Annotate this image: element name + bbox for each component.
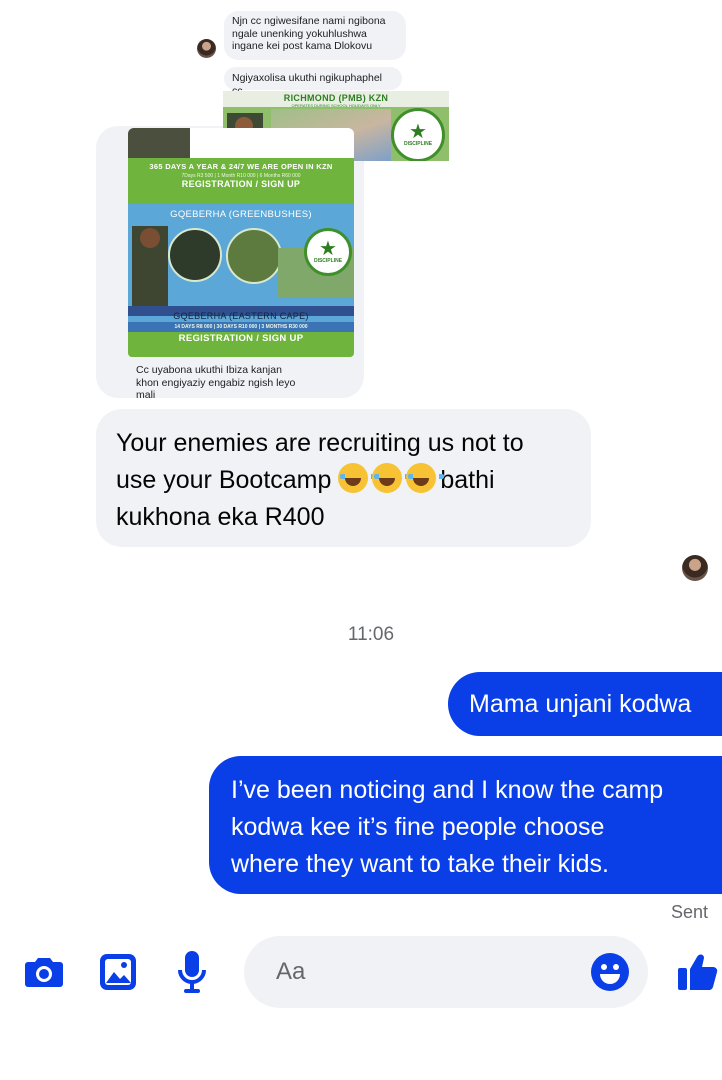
quoted-caption-text: Cc uyabona ukuthi Ibiza kanjan khon engi…: [136, 364, 296, 401]
quoted-message-2: Ngiyaxolisa ukuthi ngikuphaphel cc: [224, 67, 402, 97]
poster-richmond-logo: ★ DISCIPLINE: [391, 108, 445, 161]
outgoing-message-1-text: Mama unjani kodwa: [469, 690, 692, 718]
outgoing-message-2-line-1: I’ve been noticing and I know the camp: [231, 776, 664, 804]
sent-status: Sent: [670, 902, 708, 922]
quoted-caption: Cc uyabona ukuthi Ibiza kanjan khon engi…: [128, 361, 310, 401]
quoted-message-1-text: Njn cc ngiwesifane nami ngibona ngale un…: [232, 15, 386, 52]
outgoing-message-2-line-2: kodwa kee it’s fine people choose: [231, 813, 605, 841]
poster-gqeberha-image[interactable]: 365 DAYS A YEAR & 24/7 WE ARE OPEN IN KZ…: [128, 128, 354, 357]
incoming-message-line-3: kukhona eka R400: [116, 503, 325, 531]
poster-location-header: GQEBERHA (GREENBUSHES): [170, 209, 312, 220]
incoming-message-line-1: Your enemies are recruiting us not to: [116, 429, 524, 457]
microphone-icon[interactable]: [172, 948, 212, 996]
star-icon: ★: [319, 238, 337, 260]
gallery-icon[interactable]: [96, 950, 140, 994]
read-receipt-avatar: [682, 555, 708, 581]
quoted-message-1: Njn cc ngiwesifane nami ngibona ngale un…: [224, 11, 406, 60]
poster-main-logo-text: DISCIPLINE: [313, 258, 343, 264]
poster-register-1: REGISTRATION / SIGN UP: [181, 179, 301, 189]
camera-icon[interactable]: [22, 952, 66, 992]
poster-richmond-title: RICHMOND (PMB) KZN: [283, 93, 389, 103]
poster-location-footer: GQEBERHA (EASTERN CAPE): [173, 311, 309, 321]
message-timestamp: 11:06: [347, 624, 395, 645]
outgoing-message-1[interactable]: Mama unjani kodwa: [448, 672, 722, 736]
outgoing-message-2[interactable]: I’ve been noticing and I know the camp k…: [209, 756, 722, 894]
incoming-message-line-2: use your Bootcamp bathi: [116, 462, 571, 499]
poster-prices-line-2: 14 DAYS R8 000 | 30 DAYS R10 000 | 3 MON…: [174, 324, 308, 330]
message-input[interactable]: Aa: [244, 936, 648, 1008]
poster-register-2: REGISTRATION / SIGN UP: [178, 333, 304, 344]
star-icon: ★: [409, 121, 427, 143]
poster-banner-top: 365 DAYS A YEAR & 24/7 WE ARE OPEN IN KZ…: [149, 162, 333, 171]
incoming-message-bubble[interactable]: Your enemies are recruiting us not to us…: [96, 409, 591, 547]
tears-of-joy-emoji-icon: [372, 463, 411, 493]
thumbs-up-icon[interactable]: [676, 948, 720, 994]
tears-of-joy-emoji-icon: [406, 463, 445, 493]
emoji-icon[interactable]: [590, 952, 630, 992]
tears-of-joy-emoji-icon: [338, 463, 377, 493]
message-input-placeholder: Aa: [276, 958, 306, 985]
incoming-message-line-2-end: bathi: [440, 466, 495, 494]
outgoing-message-2-line-3: where they want to take their kids.: [231, 850, 609, 878]
sender-avatar[interactable]: [197, 39, 216, 58]
poster-richmond-logo-text: DISCIPLINE: [403, 141, 433, 147]
poster-main-logo: ★ DISCIPLINE: [304, 228, 352, 276]
incoming-message-line-2-text: use your Bootcamp: [116, 466, 339, 494]
